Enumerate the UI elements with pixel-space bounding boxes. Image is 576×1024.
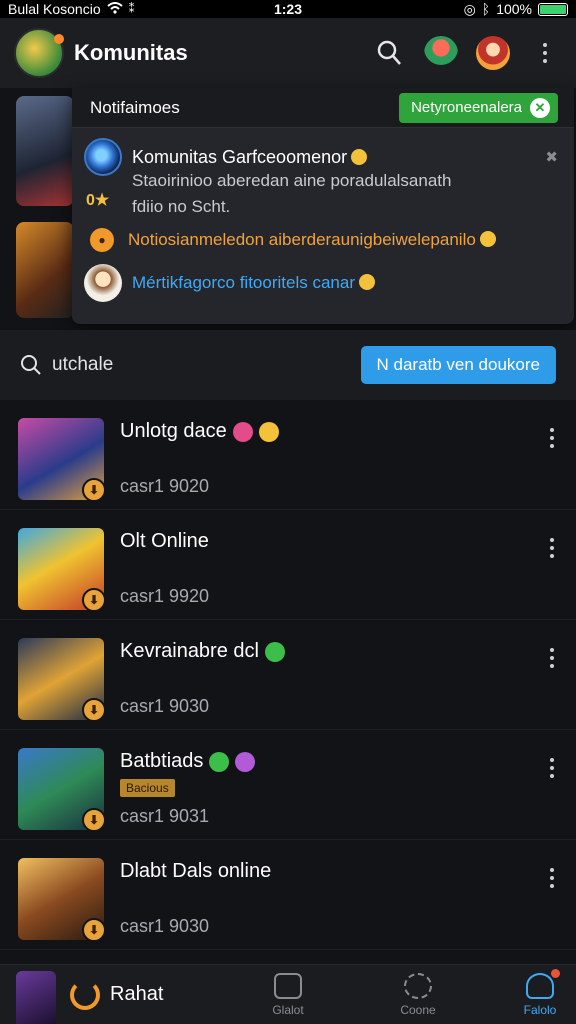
settings-icon <box>404 973 432 999</box>
notification-panel: Notifaimoes Netyroneenalera ✕ Komunitas … <box>72 88 574 324</box>
more-vert-icon[interactable] <box>550 428 554 448</box>
bluetooth-icon: ᛒ <box>481 1 491 17</box>
download-badge-icon: ⬇ <box>82 478 106 502</box>
alarm-icon: ◎ <box>463 0 476 17</box>
dismiss-icon[interactable]: ✖ <box>545 148 558 166</box>
game-title: Unlotg dace <box>120 420 560 443</box>
game-thumbnail: ⬇ <box>18 418 106 502</box>
notification-item[interactable]: Mértikfagorco fitooritels canar <box>84 264 558 302</box>
tab-glalot[interactable]: Glalot <box>248 973 328 1017</box>
friend-avatar[interactable] <box>424 36 458 70</box>
download-badge-icon: ⬇ <box>82 808 106 832</box>
notification-text: Notiosianmeledon aiberderaunigbeiwelepan… <box>128 230 496 250</box>
game-thumbnail: ⬇ <box>18 858 106 942</box>
clock: 1:23 <box>273 1 303 17</box>
download-badge-icon: ⬇ <box>82 588 106 612</box>
emoji-icon <box>351 148 368 165</box>
list-item[interactable]: ⬇ Unlotg dace casr1 9020 <box>0 400 576 510</box>
game-tag: Bacious <box>120 779 175 797</box>
notification-avatar <box>84 264 122 302</box>
list-item[interactable]: ⬇ Kevrainabre dcl casr1 9030 <box>0 620 576 730</box>
app-header: Komunitas <box>0 18 576 88</box>
list-item[interactable]: ⬇ Batbtiads Bacious casr1 9031 <box>0 730 576 840</box>
game-title: Olt Online <box>120 530 209 552</box>
more-vert-icon[interactable] <box>550 648 554 668</box>
notification-action-button[interactable]: Netyroneenalera ✕ <box>399 92 558 123</box>
notification-title: Komunitas Garfceoomenor <box>132 147 368 168</box>
game-thumbnail[interactable] <box>16 96 74 206</box>
coin-badge: 0★ <box>86 192 110 209</box>
search-cta-button[interactable]: N daratb ven doukore <box>360 346 556 384</box>
game-title: Dlabt Dals online <box>120 860 272 882</box>
community-icon <box>526 969 560 999</box>
notification-panel-title: Notifaimoes <box>90 97 180 117</box>
search-button[interactable] <box>372 36 406 70</box>
more-vert-icon[interactable] <box>550 868 554 888</box>
wifi-icon <box>106 1 123 17</box>
game-thumbnail: ⬇ <box>18 528 106 612</box>
game-title: Batbtiads <box>120 750 560 773</box>
list-item[interactable]: ⬇ Dlabt Dals online casr1 9030 <box>0 840 576 950</box>
loading-icon <box>70 979 100 1010</box>
fire-icon: ● <box>90 228 114 252</box>
chat-icon <box>274 973 302 999</box>
game-subtitle: casr1 9030 <box>120 696 210 716</box>
profile-avatar[interactable] <box>476 36 510 70</box>
close-icon: ✕ <box>530 97 550 118</box>
battery-percent: 100% <box>496 1 532 17</box>
game-thumbnail: ⬇ <box>18 638 106 722</box>
game-title: Kevrainabre dcl <box>120 640 560 663</box>
now-playing-button[interactable]: Rahat <box>70 979 164 1010</box>
app-logo[interactable] <box>14 28 64 78</box>
page-title: Komunitas <box>74 40 188 65</box>
notification-avatar <box>84 138 122 176</box>
game-thumbnail: ⬇ <box>18 748 106 832</box>
more-vert-icon[interactable] <box>550 538 554 558</box>
list-item[interactable]: ⬇ Olt Online casr1 9920 <box>0 510 576 620</box>
download-badge-icon: ⬇ <box>82 698 106 722</box>
signal-icon: ⁑ <box>128 2 135 16</box>
download-badge-icon: ⬇ <box>82 918 106 942</box>
game-subtitle: casr1 9020 <box>120 476 210 496</box>
search-bar: utchale N daratb ven doukore <box>0 330 576 400</box>
game-list: ⬇ Unlotg dace casr1 9020 ⬇ Olt Online ca… <box>0 400 576 950</box>
notification-item[interactable]: ● Notiosianmeledon aiberderaunigbeiwelep… <box>84 228 558 252</box>
tab-falolo[interactable]: Falolo <box>500 969 576 1017</box>
notification-text: Mértikfagorco fitooritels canar <box>132 273 375 293</box>
search-value: utchale <box>52 354 114 375</box>
carrier-label: Bulal Kosoncio <box>8 1 101 17</box>
notification-body: Staoirinioo aberedan aine poradulalsanat… <box>132 171 452 216</box>
search-icon <box>21 355 41 375</box>
game-thumbnail <box>16 971 56 1024</box>
more-vert-icon[interactable] <box>550 758 554 778</box>
battery-icon <box>538 2 568 16</box>
more-menu-button[interactable] <box>528 36 562 70</box>
bottom-nav: Rahat Glalot Coone Falolo <box>0 964 576 1024</box>
search-input[interactable]: utchale <box>20 354 113 376</box>
game-thumbnail[interactable] <box>16 222 74 318</box>
game-subtitle: casr1 9030 <box>120 916 210 936</box>
game-subtitle: casr1 9920 <box>120 586 210 606</box>
now-playing-label: Rahat <box>110 983 164 1005</box>
game-subtitle: casr1 9031 <box>120 806 210 826</box>
tab-coone[interactable]: Coone <box>378 973 458 1017</box>
status-bar: Bulal Kosoncio ⁑ 1:23 ◎ ᛒ 100% <box>0 0 576 18</box>
search-icon <box>377 40 401 65</box>
more-vert-icon <box>543 43 547 63</box>
